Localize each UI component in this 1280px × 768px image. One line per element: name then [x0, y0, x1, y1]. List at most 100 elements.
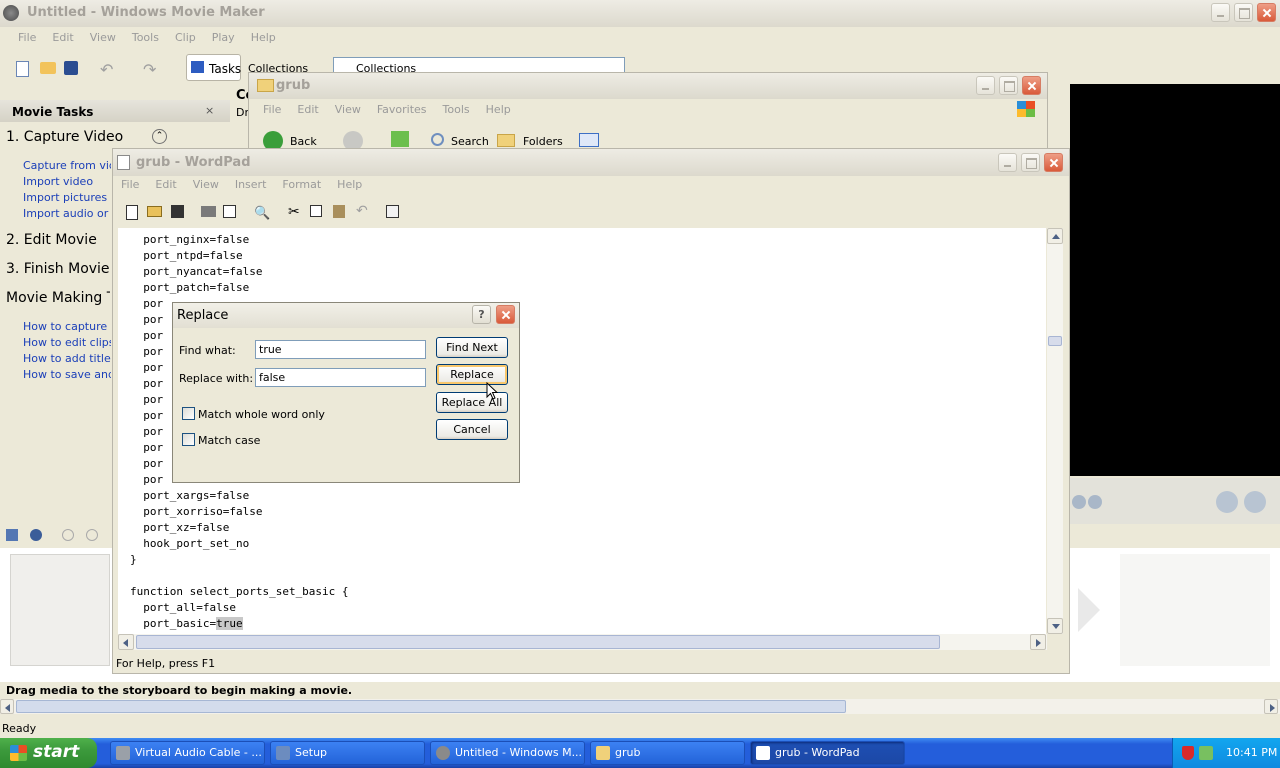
section-edit-movie[interactable]: 2. Edit Movie [6, 232, 97, 248]
wordpad-close-button[interactable] [1044, 153, 1063, 172]
match-case-checkbox[interactable] [182, 433, 195, 446]
cut-icon[interactable]: ✂ [288, 204, 304, 220]
mm-menu-file[interactable]: File [10, 31, 44, 44]
match-whole-word-checkbox[interactable] [182, 407, 195, 420]
storyboard-hscroll[interactable] [0, 699, 1280, 714]
find-next-button[interactable]: Find Next [436, 337, 508, 358]
print-preview-icon[interactable] [223, 205, 236, 218]
storyboard-icon[interactable] [6, 529, 18, 541]
views-icon[interactable] [579, 133, 599, 147]
close-icon[interactable]: × [205, 104, 214, 117]
wordpad-vscroll[interactable] [1047, 228, 1063, 634]
ex-menu-tools[interactable]: Tools [435, 103, 478, 116]
link-capture-from-video[interactable]: Capture from video device [23, 159, 111, 172]
save-icon[interactable] [171, 205, 184, 218]
link-import-pictures[interactable]: Import pictures [23, 191, 111, 204]
split-clip-icon[interactable] [1216, 491, 1238, 513]
new-document-icon[interactable] [126, 205, 138, 220]
collapse-chevron-icon[interactable]: ⌃ [152, 129, 167, 144]
moviemaker-minimize-button[interactable] [1211, 3, 1230, 22]
hscroll-thumb[interactable] [136, 635, 940, 649]
wordpad-hscroll[interactable] [118, 634, 1047, 650]
wp-menu-help[interactable]: Help [329, 178, 370, 191]
find-icon[interactable]: 🔍 [254, 206, 270, 222]
ex-menu-help[interactable]: Help [478, 103, 519, 116]
link-how-capture[interactable]: How to capture video [23, 320, 111, 333]
vscroll-down-button[interactable] [1047, 618, 1063, 634]
undo-icon[interactable]: ↶ [356, 203, 372, 219]
date-time-icon[interactable] [386, 205, 399, 218]
find-what-input[interactable]: true [255, 340, 426, 359]
link-how-edit[interactable]: How to edit clips [23, 336, 111, 349]
storyboard-scroll-right-button[interactable] [1264, 699, 1278, 714]
ex-menu-view[interactable]: View [327, 103, 369, 116]
link-how-titles[interactable]: How to add titles, effects [23, 352, 111, 365]
wp-menu-view[interactable]: View [185, 178, 227, 191]
copy-icon[interactable] [310, 205, 322, 217]
hscroll-left-button[interactable] [118, 634, 134, 650]
security-shield-icon[interactable] [1182, 746, 1194, 760]
redo-icon[interactable]: ↷ [143, 60, 159, 79]
explorer-titlebar[interactable]: grub [249, 73, 1047, 99]
link-import-audio[interactable]: Import audio or music [23, 207, 111, 220]
moviemaker-titlebar[interactable]: Untitled - Windows Movie Maker [0, 0, 1280, 27]
ex-menu-favorites[interactable]: Favorites [369, 103, 435, 116]
moviemaker-restore-button[interactable] [1234, 3, 1253, 22]
zoom-in-icon[interactable] [62, 529, 74, 541]
help-button[interactable]: ? [472, 305, 491, 324]
wordpad-titlebar[interactable]: grub - WordPad [113, 149, 1069, 176]
new-icon[interactable] [16, 61, 29, 77]
paste-icon[interactable] [333, 205, 345, 218]
replace-with-input[interactable]: false [255, 368, 426, 387]
mm-menu-clip[interactable]: Clip [167, 31, 204, 44]
section-finish-movie[interactable]: 3. Finish Movie [6, 261, 110, 277]
wordpad-minimize-button[interactable] [998, 153, 1017, 172]
narrate-icon[interactable] [30, 529, 42, 541]
mm-menu-play[interactable]: Play [204, 31, 243, 44]
wp-menu-edit[interactable]: Edit [147, 178, 184, 191]
next-frame-icon[interactable] [1088, 495, 1102, 509]
task-virtual-audio-cable[interactable]: Virtual Audio Cable - ... [110, 741, 265, 765]
play-control-icon[interactable] [1072, 495, 1086, 509]
ex-menu-edit[interactable]: Edit [289, 103, 326, 116]
explorer-close-button[interactable] [1022, 76, 1041, 95]
storyboard-slot[interactable] [10, 554, 110, 666]
open-icon[interactable] [147, 206, 162, 217]
mm-menu-help[interactable]: Help [243, 31, 284, 44]
open-folder-icon[interactable] [40, 62, 56, 74]
cancel-button[interactable]: Cancel [436, 419, 508, 440]
tasks-button[interactable]: Tasks [186, 54, 241, 81]
start-button[interactable]: start [0, 738, 97, 768]
undo-icon[interactable]: ↶ [100, 60, 116, 79]
zoom-out-icon[interactable] [86, 529, 98, 541]
link-how-save[interactable]: How to save and share [23, 368, 111, 381]
mm-menu-view[interactable]: View [82, 31, 124, 44]
up-folder-icon[interactable] [391, 131, 409, 147]
wp-menu-file[interactable]: File [113, 178, 147, 191]
wp-menu-insert[interactable]: Insert [227, 178, 275, 191]
explorer-minimize-button[interactable] [976, 76, 995, 95]
snapshot-icon[interactable] [1244, 491, 1266, 513]
save-icon[interactable] [64, 61, 78, 75]
ex-menu-file[interactable]: File [255, 103, 289, 116]
vscroll-up-button[interactable] [1047, 228, 1063, 244]
wordpad-maximize-button[interactable] [1021, 153, 1040, 172]
replace-titlebar[interactable]: Replace ? [173, 303, 519, 328]
hscroll-right-button[interactable] [1030, 634, 1046, 650]
print-icon[interactable] [201, 206, 216, 217]
replace-close-button[interactable] [496, 305, 515, 324]
mm-menu-edit[interactable]: Edit [44, 31, 81, 44]
task-movie-maker[interactable]: Untitled - Windows M... [430, 741, 585, 765]
explorer-maximize-button[interactable] [999, 76, 1018, 95]
storyboard-scroll-thumb[interactable] [16, 700, 846, 713]
moviemaker-close-button[interactable] [1257, 3, 1276, 22]
wp-menu-format[interactable]: Format [274, 178, 329, 191]
link-import-video[interactable]: Import video [23, 175, 111, 188]
network-icon[interactable] [1199, 746, 1213, 760]
task-wordpad[interactable]: grub - WordPad [750, 741, 905, 765]
section-movie-making-tips[interactable]: Movie Making T [6, 290, 110, 306]
section-capture-video[interactable]: 1. Capture Video [6, 129, 123, 145]
vscroll-thumb[interactable] [1048, 336, 1062, 346]
storyboard-slot-right[interactable] [1120, 554, 1270, 666]
task-grub-folder[interactable]: grub [590, 741, 745, 765]
